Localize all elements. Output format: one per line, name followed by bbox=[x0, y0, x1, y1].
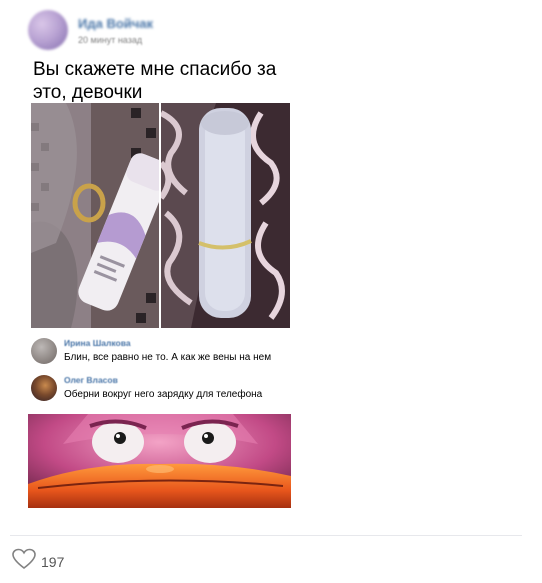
post-time[interactable]: 20 минут назад bbox=[78, 35, 153, 45]
comment-1: Ирина Шалкова Блин, все равно не то. А к… bbox=[31, 338, 271, 364]
comment-body: Олег Власов Оберни вокруг него зарядку д… bbox=[64, 375, 262, 400]
heart-outline-icon bbox=[12, 548, 36, 575]
comment-text: Блин, все равно не то. А как же вены на … bbox=[64, 352, 272, 363]
comment-reply-image[interactable] bbox=[28, 414, 291, 508]
like-button[interactable]: 197 bbox=[12, 548, 64, 575]
author-name[interactable]: Ида Войчак bbox=[78, 16, 153, 31]
comment-text: Оберни вокруг него зарядку для телефона bbox=[64, 389, 263, 400]
towel-photo-image bbox=[161, 103, 290, 328]
post-text: Вы скажете мне спасибо за это, девочки bbox=[33, 59, 277, 103]
author-avatar[interactable] bbox=[28, 10, 68, 50]
deodorant-photo-image bbox=[31, 103, 159, 328]
comment-author-avatar[interactable] bbox=[31, 338, 57, 364]
likes-count: 197 bbox=[41, 553, 65, 570]
penguin-face-image bbox=[28, 414, 291, 508]
comment-author[interactable]: Ирина Шалкова bbox=[64, 338, 271, 348]
comment-author[interactable]: Олег Власов bbox=[64, 375, 262, 385]
post-photo-towel[interactable] bbox=[161, 103, 290, 328]
comment-author-avatar[interactable] bbox=[31, 375, 57, 401]
author-block: Ида Войчак 20 минут назад bbox=[78, 16, 153, 45]
comment-body: Ирина Шалкова Блин, все равно не то. А к… bbox=[64, 338, 271, 363]
footer-divider bbox=[10, 535, 522, 536]
comment-2: Олег Власов Оберни вокруг него зарядку д… bbox=[31, 375, 262, 401]
post-photo-deodorant[interactable] bbox=[31, 103, 159, 328]
post-header: Ида Войчак 20 минут назад bbox=[28, 10, 153, 50]
